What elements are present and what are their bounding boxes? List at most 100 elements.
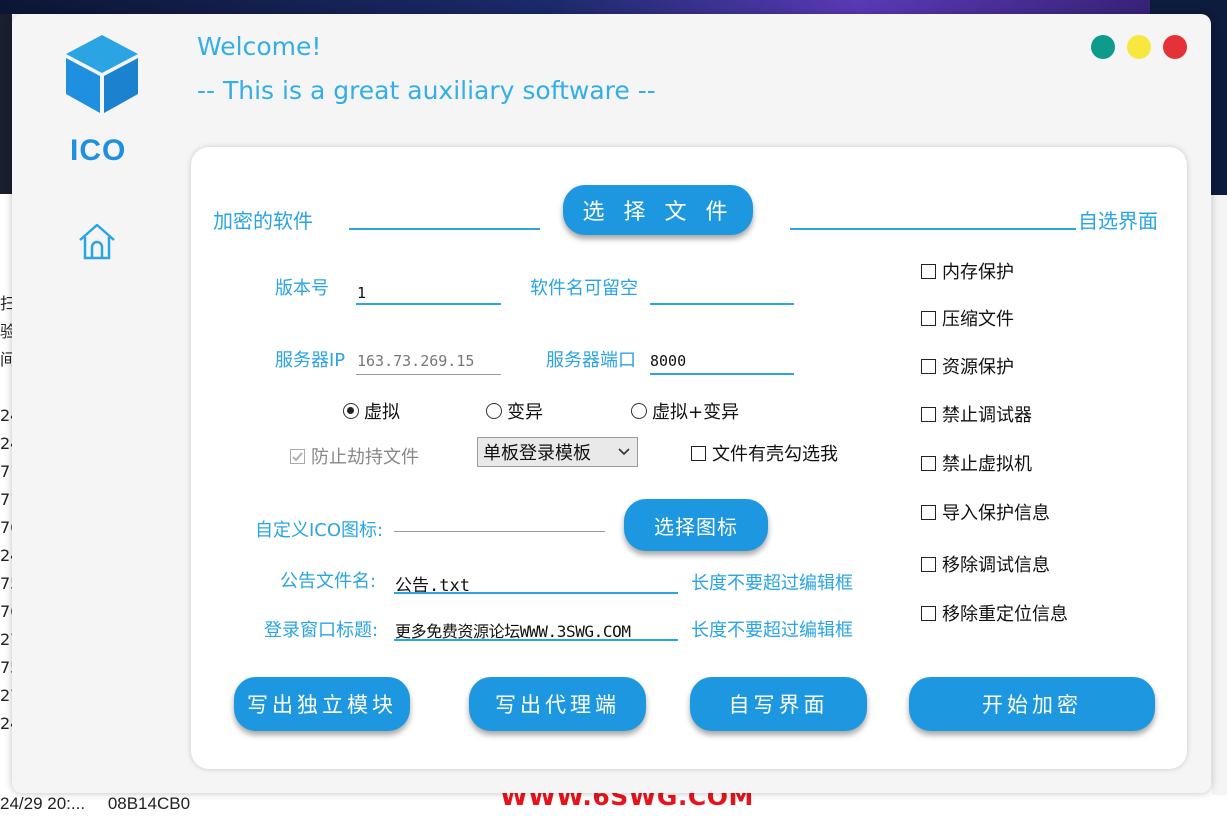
option-checkbox[interactable]: 资源保护 (921, 353, 1014, 379)
radio-label: 虚拟 (364, 402, 400, 423)
option-checkbox[interactable]: 导入保护信息 (921, 499, 1050, 525)
settings-panel: 加密的软件 选 择 文 件 自选界面 版本号 1 软件名可留空 服务器IP 16… (191, 147, 1187, 769)
template-select-value: 单板登录模板 (483, 443, 591, 464)
select-file-button[interactable]: 选 择 文 件 (563, 185, 753, 235)
option-label: 导入保护信息 (942, 503, 1050, 524)
main-window: ICO Welcome! -- This is a great auxiliar… (12, 14, 1211, 793)
radio-virtual[interactable]: 虚拟 (343, 398, 400, 424)
welcome-title: Welcome! (197, 32, 322, 61)
background-window-edge (1212, 195, 1227, 795)
custom-ui-field[interactable] (790, 228, 1076, 230)
custom-ui-label: 自选界面 (1078, 209, 1158, 233)
background-list-row: 75 (0, 658, 12, 677)
length-hint: 长度不要超过编辑框 (691, 573, 853, 594)
option-checkbox[interactable]: 移除调试信息 (921, 551, 1050, 577)
login-title-field[interactable] (394, 639, 678, 641)
option-label: 移除重定位信息 (942, 604, 1068, 625)
checkbox-box (921, 556, 936, 572)
notice-file-label: 公告文件名: (280, 571, 377, 592)
close-button[interactable] (1163, 35, 1187, 59)
radio-dot (486, 403, 502, 419)
radio-mutation[interactable]: 变异 (486, 398, 543, 424)
checkbox-box (921, 358, 936, 374)
checkbox-box (921, 504, 936, 520)
checkbox-box (290, 448, 305, 464)
start-encrypt-button[interactable]: 开始加密 (909, 677, 1155, 731)
checkbox-box (921, 406, 936, 422)
chevron-down-icon (618, 448, 630, 456)
checkmark-icon (292, 451, 303, 461)
checkbox-box (921, 605, 936, 621)
background-list: 扫验间 24 24 71 71 76 24 75 76 27 75 27 24 (0, 290, 12, 738)
encrypt-software-label: 加密的软件 (213, 209, 313, 233)
background-list-row: 24 (0, 546, 12, 565)
background-list-row: 71 (0, 490, 12, 509)
background-list-row: 76 (0, 602, 12, 621)
software-name-field[interactable] (650, 303, 794, 305)
option-checkbox[interactable]: 禁止虚拟机 (921, 450, 1032, 476)
notice-file-field[interactable] (394, 592, 678, 594)
radio-dot (631, 403, 647, 419)
option-label: 压缩文件 (942, 309, 1014, 330)
option-label: 移除调试信息 (942, 555, 1050, 576)
background-list-row: 扫 (0, 294, 12, 313)
shelled-file-checkbox[interactable]: 文件有壳勾选我 (691, 440, 838, 466)
background-list-row: 75 (0, 574, 12, 593)
server-ip-field[interactable] (356, 374, 501, 375)
tagline: -- This is a great auxiliary software -- (197, 76, 656, 105)
radio-dot-checked (343, 403, 359, 419)
background-list-row: 27 (0, 686, 12, 705)
option-checkbox[interactable]: 内存保护 (921, 258, 1014, 284)
background-list-row: 71 (0, 462, 12, 481)
background-list-row: 24 (0, 434, 12, 453)
home-icon[interactable] (76, 220, 118, 262)
option-label: 资源保护 (942, 357, 1014, 378)
software-name-label: 软件名可留空 (530, 278, 638, 299)
template-select[interactable]: 单板登录模板 (477, 437, 638, 467)
version-value: 1 (357, 284, 367, 302)
write-module-button[interactable]: 写出独立模块 (234, 677, 410, 731)
checkbox-box (691, 445, 706, 461)
logo-text: ICO (70, 134, 127, 167)
server-ip-value: 163.73.269.15 (357, 352, 475, 370)
radio-label: 虚拟+变异 (652, 402, 740, 423)
server-port-label: 服务器端口 (546, 350, 636, 371)
server-port-value: 8000 (650, 352, 687, 370)
desktop-background (0, 0, 1227, 14)
status-time: 24/29 20:... (0, 794, 86, 813)
option-label: 禁止虚拟机 (942, 454, 1032, 475)
encrypt-file-field[interactable] (349, 228, 540, 230)
custom-ico-field[interactable] (394, 531, 605, 532)
custom-ico-label: 自定义ICO图标: (255, 520, 384, 541)
background-list-row: 间 (0, 350, 12, 369)
select-icon-button[interactable]: 选择图标 (624, 499, 768, 551)
background-list-row: 27 (0, 630, 12, 649)
checkbox-box (921, 310, 936, 326)
background-list-row: 24 (0, 714, 12, 733)
checkbox-box (921, 455, 936, 471)
self-ui-button[interactable]: 自写界面 (690, 677, 867, 731)
background-list-row: 76 (0, 518, 12, 537)
prevent-hijack-checkbox[interactable]: 防止劫持文件 (290, 443, 419, 469)
window-control-teal[interactable] (1091, 35, 1115, 59)
background-window-left (0, 14, 12, 194)
option-label: 内存保护 (942, 262, 1014, 283)
radio-label: 变异 (507, 402, 543, 423)
background-list-row: 验 (0, 322, 12, 341)
server-port-field[interactable] (650, 373, 794, 375)
cube-logo-icon (66, 35, 138, 113)
login-title-label: 登录窗口标题: (264, 620, 379, 641)
version-label: 版本号 (275, 278, 329, 299)
write-proxy-button[interactable]: 写出代理端 (469, 677, 646, 731)
option-label: 禁止调试器 (942, 405, 1032, 426)
background-list-row (0, 374, 12, 402)
server-ip-label: 服务器IP (275, 350, 346, 371)
background-status-bar: 24/29 20:... 08B14CB0 (0, 794, 208, 814)
minimize-button[interactable] (1127, 35, 1151, 59)
radio-virtual-mutation[interactable]: 虚拟+变异 (631, 398, 739, 424)
option-checkbox[interactable]: 压缩文件 (921, 305, 1014, 331)
option-checkbox[interactable]: 禁止调试器 (921, 401, 1032, 427)
background-list-row: 24 (0, 406, 12, 425)
version-field[interactable] (356, 303, 501, 305)
option-checkbox[interactable]: 移除重定位信息 (921, 600, 1068, 626)
